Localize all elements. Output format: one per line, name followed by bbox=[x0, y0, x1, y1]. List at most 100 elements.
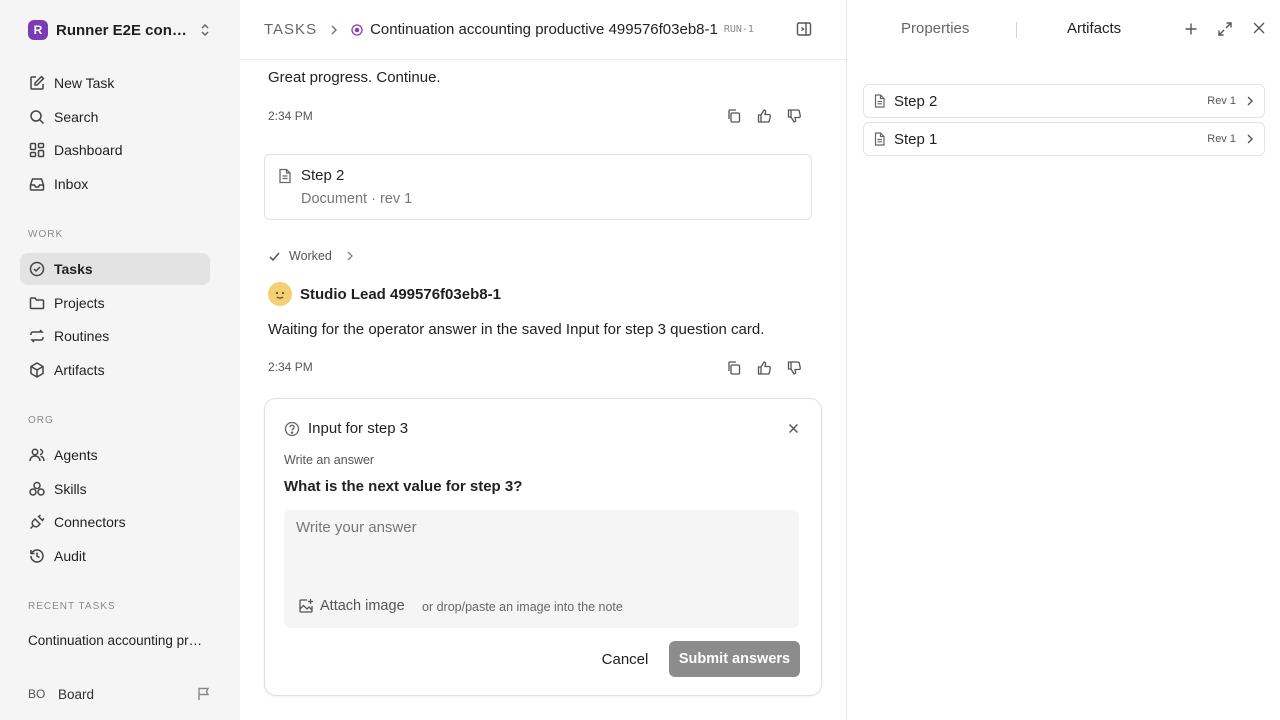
nav-label: New Task bbox=[54, 75, 115, 91]
chevron-right-icon bbox=[1246, 96, 1254, 106]
chevron-right-icon bbox=[346, 251, 354, 261]
tab-artifacts[interactable]: Artifacts bbox=[1067, 20, 1121, 37]
close-icon[interactable] bbox=[788, 423, 799, 434]
plug-icon bbox=[28, 513, 46, 531]
artifact-rev: Rev 1 bbox=[1207, 133, 1236, 145]
artifact-rev: Rev 1 bbox=[1207, 95, 1236, 107]
nav-search[interactable]: Search bbox=[20, 101, 210, 133]
question-sub-label: Write an answer bbox=[284, 453, 375, 467]
user-menu[interactable]: BO Board bbox=[20, 680, 220, 708]
nav-label: Audit bbox=[54, 548, 86, 564]
repeat-icon bbox=[28, 327, 46, 345]
tab-divider bbox=[1016, 22, 1017, 38]
attach-image-label: Attach image bbox=[320, 598, 405, 614]
check-circle-icon bbox=[28, 260, 46, 278]
inbox-icon bbox=[28, 175, 46, 193]
nav-label: Inbox bbox=[54, 176, 89, 192]
nav-label: Skills bbox=[54, 481, 87, 497]
worked-toggle[interactable]: Worked bbox=[268, 249, 354, 263]
workspace-name: Runner E2E continuation bbox=[56, 21, 188, 39]
thumbs-down-icon[interactable] bbox=[786, 360, 802, 376]
nav-skills[interactable]: Skills bbox=[20, 473, 210, 505]
close-icon[interactable] bbox=[1252, 21, 1266, 35]
document-icon bbox=[874, 132, 886, 146]
panel-toggle-icon[interactable] bbox=[796, 21, 812, 37]
right-panel: Properties Artifacts Step 2 Rev 1 Step 1… bbox=[846, 0, 1280, 720]
nav-inbox[interactable]: Inbox bbox=[20, 168, 210, 200]
dashboard-icon bbox=[28, 141, 46, 159]
box-icon bbox=[28, 361, 46, 379]
agent-header: Studio Lead 499576f03eb8-1 bbox=[268, 282, 501, 306]
plus-icon[interactable] bbox=[1183, 21, 1199, 37]
nav-label: Routines bbox=[54, 328, 110, 344]
nav-label: Search bbox=[54, 109, 99, 125]
nav-agents[interactable]: Agents bbox=[20, 439, 210, 471]
section-label-recent: RECENT TASKS bbox=[28, 601, 116, 612]
question-card: Input for step 3 Write an answer What is… bbox=[264, 398, 822, 696]
thumbs-down-icon[interactable] bbox=[786, 108, 802, 124]
artifact-list-item[interactable]: Step 2 Rev 1 bbox=[863, 84, 1265, 118]
flag-icon[interactable] bbox=[196, 686, 212, 702]
thumbs-up-icon[interactable] bbox=[756, 360, 772, 376]
document-icon bbox=[874, 94, 886, 108]
status-circle-icon bbox=[351, 23, 363, 36]
question-card-title: Input for step 3 bbox=[308, 420, 409, 437]
task-thread: TASKS Continuation accounting productive… bbox=[240, 0, 846, 720]
agent-message-time: 2:34 PM bbox=[268, 360, 313, 374]
expand-icon[interactable] bbox=[1217, 21, 1233, 37]
breadcrumb-root[interactable]: TASKS bbox=[264, 21, 317, 38]
artifact-card[interactable]: Step 2 Document · rev 1 bbox=[264, 154, 812, 220]
copy-icon[interactable] bbox=[726, 360, 742, 376]
section-label-org: ORG bbox=[28, 415, 54, 426]
answer-input[interactable] bbox=[284, 510, 799, 580]
question-text: What is the next value for step 3? bbox=[284, 478, 523, 495]
chevron-up-down-icon bbox=[198, 23, 212, 37]
nav-projects[interactable]: Projects bbox=[20, 287, 210, 319]
skills-icon bbox=[28, 480, 46, 498]
attach-image-button[interactable]: Attach image bbox=[298, 598, 405, 614]
run-badge: RUN-1 bbox=[723, 24, 754, 35]
nav-label: Connectors bbox=[54, 514, 126, 530]
workspace-switcher[interactable]: R Runner E2E continuation bbox=[20, 14, 220, 46]
chevron-right-icon bbox=[329, 24, 339, 35]
nav-label: Artifacts bbox=[54, 362, 105, 378]
nav-routines[interactable]: Routines bbox=[20, 320, 210, 352]
pencil-square-icon bbox=[28, 74, 46, 92]
cancel-button[interactable]: Cancel bbox=[588, 641, 662, 677]
message-time: 2:34 PM bbox=[268, 109, 313, 123]
artifact-name: Step 1 bbox=[894, 130, 938, 148]
recent-task-item[interactable]: Continuation accounting productive 49957… bbox=[28, 633, 206, 648]
artifact-name: Step 2 bbox=[894, 92, 938, 110]
nav-label: Agents bbox=[54, 447, 98, 463]
artifact-list-item[interactable]: Step 1 Rev 1 bbox=[863, 122, 1265, 156]
answer-box: Attach image or drop/paste an image into… bbox=[284, 510, 799, 628]
page-title: Continuation accounting productive 49957… bbox=[370, 21, 718, 38]
artifact-card-subtitle: Document · rev 1 bbox=[301, 191, 413, 207]
message-text: Great progress. Continue. bbox=[268, 69, 441, 86]
nav-artifacts[interactable]: Artifacts bbox=[20, 354, 210, 386]
sidebar: R Runner E2E continuation New Task Searc… bbox=[0, 0, 240, 720]
folder-icon bbox=[28, 294, 46, 312]
users-icon bbox=[28, 446, 46, 464]
history-icon bbox=[28, 547, 46, 565]
right-panel-tabs: Properties Artifacts bbox=[847, 0, 1280, 60]
section-label-work: WORK bbox=[28, 229, 64, 240]
agent-name: Studio Lead 499576f03eb8-1 bbox=[300, 285, 501, 303]
nav-connectors[interactable]: Connectors bbox=[20, 506, 210, 538]
nav-label: Dashboard bbox=[54, 142, 123, 158]
chevron-right-icon bbox=[1246, 134, 1254, 144]
thumbs-up-icon[interactable] bbox=[756, 108, 772, 124]
agent-message-actions bbox=[726, 360, 802, 376]
agent-message-text: Waiting for the operator answer in the s… bbox=[268, 321, 765, 338]
nav-audit[interactable]: Audit bbox=[20, 540, 210, 572]
submit-answers-button[interactable]: Submit answers bbox=[669, 641, 800, 677]
nav-tasks[interactable]: Tasks bbox=[20, 253, 210, 285]
tab-properties[interactable]: Properties bbox=[901, 20, 969, 37]
nav-label: Projects bbox=[54, 295, 105, 311]
artifact-card-title: Step 2 bbox=[301, 167, 345, 184]
avatar: BO bbox=[28, 687, 46, 701]
copy-icon[interactable] bbox=[726, 108, 742, 124]
nav-new-task[interactable]: New Task bbox=[20, 67, 210, 99]
nav-dashboard[interactable]: Dashboard bbox=[20, 134, 210, 166]
document-icon bbox=[278, 168, 292, 184]
